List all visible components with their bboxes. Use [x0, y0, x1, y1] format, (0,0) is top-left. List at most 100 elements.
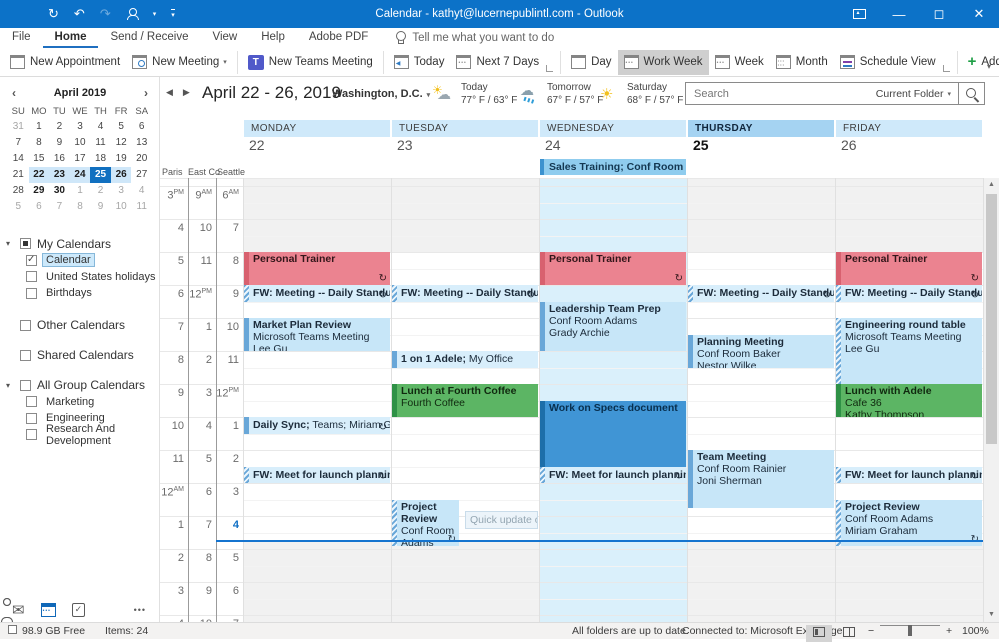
today-button[interactable]: Today — [388, 50, 451, 75]
day-header-friday[interactable]: FRIDAY — [836, 120, 982, 137]
mini-calendar-day[interactable]: 2 — [90, 183, 111, 199]
back-arrow-icon[interactable]: ◀ — [166, 87, 173, 98]
new-meeting-button[interactable]: New Meeting▾ — [126, 50, 233, 75]
event[interactable]: FW: Meet for launch planning ; M↻ — [244, 467, 390, 484]
mini-calendar-day[interactable]: 30 — [49, 183, 70, 199]
customize-qat-icon[interactable]: ▾ — [171, 9, 175, 19]
mini-calendar-day[interactable]: 13 — [131, 135, 152, 151]
mail-icon[interactable]: ✉ — [12, 601, 25, 619]
day-header-wednesday[interactable]: WEDNESDAY — [540, 120, 686, 137]
search-bar[interactable]: Search Current Folder▾ — [685, 82, 985, 105]
mini-calendar-day[interactable]: 28 — [8, 183, 29, 199]
tab-send-receive[interactable]: Send / Receive — [98, 28, 200, 48]
mini-calendar-day[interactable]: 25 — [90, 167, 111, 183]
mini-calendar-day[interactable]: 8 — [70, 199, 91, 215]
mini-calendar-day[interactable]: 9 — [90, 199, 111, 215]
day-header-monday[interactable]: MONDAY — [244, 120, 390, 137]
all-day-event[interactable]: Sales Training; Conf Room Baker; K... — [540, 159, 686, 175]
calendar-section-shared-calendars[interactable]: Shared Calendars — [0, 347, 160, 364]
work-week-button[interactable]: Work Week — [618, 50, 709, 75]
mini-calendar-day[interactable]: 19 — [111, 151, 132, 167]
event[interactable]: FW: Meeting -- Daily Standup; Co↻ — [244, 285, 390, 302]
section-checkbox[interactable] — [20, 380, 31, 391]
mini-calendar-day[interactable]: 15 — [29, 151, 50, 167]
mini-calendar-day[interactable]: 17 — [70, 151, 91, 167]
scrollbar-thumb[interactable] — [986, 194, 997, 444]
close-button[interactable]: ✕ — [959, 0, 999, 28]
search-scope-dropdown[interactable]: Current Folder▾ — [876, 88, 958, 100]
day-header-tuesday[interactable]: TUESDAY — [392, 120, 538, 137]
mini-calendar-day[interactable]: 8 — [29, 135, 50, 151]
normal-view-button[interactable] — [806, 625, 832, 642]
scroll-down-icon[interactable]: ▼ — [984, 608, 999, 622]
send-receive-icon[interactable]: ↻ — [48, 6, 59, 22]
calendar-checkbox[interactable] — [26, 271, 37, 282]
mini-calendar-day[interactable]: 11 — [131, 199, 152, 215]
event[interactable]: FW: Meeting -- Daily Standup; Co↻ — [392, 285, 538, 302]
calendar-item-marketing[interactable]: Marketing — [0, 394, 160, 411]
day-header-thursday[interactable]: THURSDAY — [688, 120, 834, 137]
next-month-button[interactable]: › — [140, 86, 152, 100]
mini-calendar-day[interactable]: 5 — [111, 119, 132, 135]
calendar-icon[interactable] — [41, 603, 56, 617]
mini-calendar-day[interactable]: 10 — [70, 135, 91, 151]
schedule-view-button[interactable]: Schedule View — [834, 50, 942, 75]
mini-calendar-day[interactable]: 20 — [131, 151, 152, 167]
mini-calendar-day[interactable]: 6 — [131, 119, 152, 135]
event[interactable]: Project ReviewConf Room AdamsMiriam Grah… — [392, 500, 459, 546]
calendar-checkbox[interactable] — [26, 396, 37, 407]
mini-calendar-day[interactable]: 12 — [111, 135, 132, 151]
calendar-item-research-and-development[interactable]: Research And Development — [0, 427, 160, 444]
expand-arrow-icon[interactable]: ▾ — [6, 239, 14, 248]
tab-home[interactable]: Home — [43, 28, 99, 48]
tell-me-box[interactable]: Tell me what you want to do — [394, 31, 554, 45]
calendar-checkbox[interactable] — [26, 288, 37, 299]
tab-adobe-pdf[interactable]: Adobe PDF — [297, 28, 380, 48]
mini-calendar-day[interactable]: 4 — [90, 119, 111, 135]
event[interactable]: 1 on 1 Adele; My Office — [392, 351, 538, 368]
ribbon-display-options-icon[interactable] — [839, 0, 879, 28]
weather-saturday[interactable]: Saturday68° F / 57° F — [598, 81, 683, 107]
event[interactable]: Personal Trainer↻ — [540, 252, 686, 285]
dialog-launcher-icon[interactable] — [943, 65, 950, 72]
tab-help[interactable]: Help — [249, 28, 297, 48]
maximize-button[interactable]: ◻ — [919, 0, 959, 28]
mini-calendar-day[interactable]: 18 — [90, 151, 111, 167]
tab-view[interactable]: View — [200, 28, 249, 48]
section-checkbox[interactable] — [20, 238, 31, 249]
mini-calendar-day[interactable]: 22 — [29, 167, 50, 183]
mini-calendar-day[interactable]: 29 — [29, 183, 50, 199]
touch-mode-icon[interactable] — [126, 8, 138, 20]
collapse-ribbon-button[interactable]: ▾ — [987, 62, 991, 71]
add-button[interactable]: +Add▾ — [962, 50, 999, 75]
event[interactable]: Lunch at Fourth CoffeeFourth Coffee — [392, 384, 538, 417]
mini-calendar-day[interactable]: 26 — [111, 167, 132, 183]
event[interactable]: FW: Meet for launch planning ; M↻ — [836, 467, 982, 484]
mini-calendar-day[interactable]: 1 — [29, 119, 50, 135]
chevron-down-icon[interactable]: ▾ — [153, 10, 157, 18]
event[interactable]: FW: Meeting -- Daily Standup; Co↻ — [836, 285, 982, 302]
mini-calendar-day[interactable]: 1 — [70, 183, 91, 199]
search-button[interactable] — [958, 82, 984, 105]
undo-icon[interactable]: ↶ — [74, 6, 85, 22]
people-icon[interactable] — [101, 605, 118, 616]
minimize-button[interactable]: — — [879, 0, 919, 28]
mini-calendar-day[interactable]: 7 — [49, 199, 70, 215]
section-checkbox[interactable] — [20, 320, 31, 331]
mini-calendar-day[interactable]: 3 — [70, 119, 91, 135]
expand-arrow-icon[interactable]: ▾ — [6, 381, 14, 390]
calendar-section-all-group-calendars[interactable]: ▾ All Group Calendars — [0, 377, 160, 394]
mini-calendar-day[interactable]: 9 — [49, 135, 70, 151]
event[interactable]: Leadership Team PrepConf Room AdamsGrady… — [540, 302, 686, 352]
zoom-out-button[interactable]: − — [868, 625, 874, 637]
mini-calendar-day[interactable]: 24 — [70, 167, 91, 183]
mini-calendar-day[interactable]: 27 — [131, 167, 152, 183]
reading-view-button[interactable] — [836, 625, 862, 642]
calendar-section-my-calendars[interactable]: ▾ My Calendars — [0, 235, 160, 252]
mini-calendar-day[interactable]: 21 — [8, 167, 29, 183]
mini-calendar-day[interactable]: 14 — [8, 151, 29, 167]
calendar-item-united-states-holidays[interactable]: United States holidays — [0, 269, 160, 286]
mini-calendar-day[interactable]: 10 — [111, 199, 132, 215]
event[interactable]: Personal Trainer↻ — [244, 252, 390, 285]
scroll-up-icon[interactable]: ▲ — [984, 178, 999, 192]
